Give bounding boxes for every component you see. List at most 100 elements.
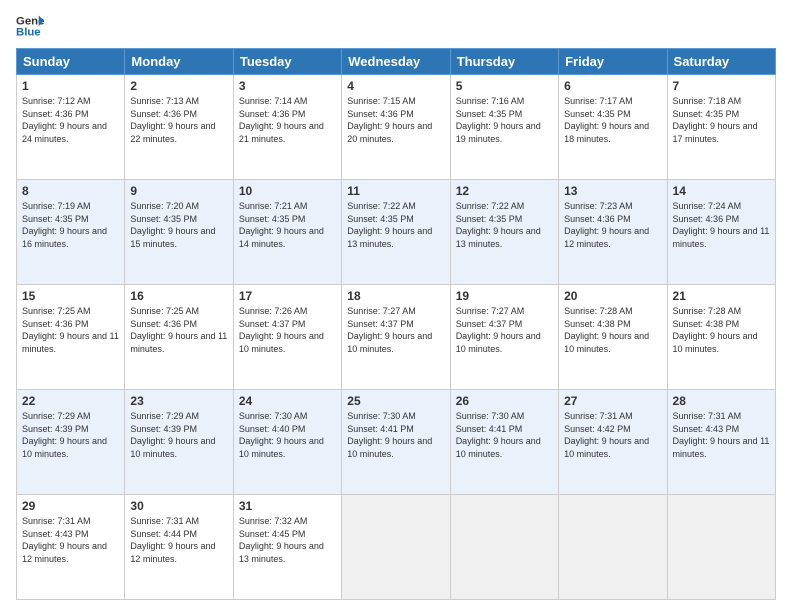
day-number: 22 (22, 394, 119, 408)
calendar-cell: 11 Sunrise: 7:22 AMSunset: 4:35 PMDayligh… (342, 180, 450, 285)
day-number: 17 (239, 289, 336, 303)
day-info: Sunrise: 7:12 AMSunset: 4:36 PMDaylight:… (22, 95, 119, 145)
day-number: 9 (130, 184, 227, 198)
weekday-header-sunday: Sunday (17, 49, 125, 75)
day-info: Sunrise: 7:15 AMSunset: 4:36 PMDaylight:… (347, 95, 444, 145)
calendar-cell: 13 Sunrise: 7:23 AMSunset: 4:36 PMDayligh… (559, 180, 667, 285)
day-number: 12 (456, 184, 553, 198)
calendar-cell: 16 Sunrise: 7:25 AMSunset: 4:36 PMDayligh… (125, 285, 233, 390)
day-info: Sunrise: 7:24 AMSunset: 4:36 PMDaylight:… (673, 200, 770, 250)
calendar-cell: 6 Sunrise: 7:17 AMSunset: 4:35 PMDaylight… (559, 75, 667, 180)
day-info: Sunrise: 7:25 AMSunset: 4:36 PMDaylight:… (22, 305, 119, 355)
day-number: 7 (673, 79, 770, 93)
day-number: 21 (673, 289, 770, 303)
day-info: Sunrise: 7:20 AMSunset: 4:35 PMDaylight:… (130, 200, 227, 250)
day-number: 13 (564, 184, 661, 198)
calendar-cell (342, 495, 450, 600)
weekday-header-wednesday: Wednesday (342, 49, 450, 75)
day-number: 27 (564, 394, 661, 408)
calendar-cell: 27 Sunrise: 7:31 AMSunset: 4:42 PMDayligh… (559, 390, 667, 495)
calendar-cell: 22 Sunrise: 7:29 AMSunset: 4:39 PMDayligh… (17, 390, 125, 495)
day-info: Sunrise: 7:22 AMSunset: 4:35 PMDaylight:… (456, 200, 553, 250)
day-number: 24 (239, 394, 336, 408)
day-number: 11 (347, 184, 444, 198)
calendar-cell: 15 Sunrise: 7:25 AMSunset: 4:36 PMDayligh… (17, 285, 125, 390)
calendar-cell: 12 Sunrise: 7:22 AMSunset: 4:35 PMDayligh… (450, 180, 558, 285)
day-info: Sunrise: 7:13 AMSunset: 4:36 PMDaylight:… (130, 95, 227, 145)
day-info: Sunrise: 7:31 AMSunset: 4:44 PMDaylight:… (130, 515, 227, 565)
calendar-cell: 4 Sunrise: 7:15 AMSunset: 4:36 PMDaylight… (342, 75, 450, 180)
calendar-week-5: 29Sunrise: 7:31 AMSunset: 4:43 PMDayligh… (17, 495, 776, 600)
calendar-cell: 30 Sunrise: 7:31 AMSunset: 4:44 PMDayligh… (125, 495, 233, 600)
calendar-cell: 10Sunrise: 7:21 AMSunset: 4:35 PMDayligh… (233, 180, 341, 285)
day-number: 23 (130, 394, 227, 408)
day-info: Sunrise: 7:23 AMSunset: 4:36 PMDaylight:… (564, 200, 661, 250)
day-info: Sunrise: 7:31 AMSunset: 4:43 PMDaylight:… (673, 410, 770, 460)
day-number: 1 (22, 79, 119, 93)
day-number: 18 (347, 289, 444, 303)
day-number: 16 (130, 289, 227, 303)
calendar-cell: 20 Sunrise: 7:28 AMSunset: 4:38 PMDayligh… (559, 285, 667, 390)
day-info: Sunrise: 7:29 AMSunset: 4:39 PMDaylight:… (22, 410, 119, 460)
day-number: 4 (347, 79, 444, 93)
day-number: 2 (130, 79, 227, 93)
day-number: 30 (130, 499, 227, 513)
day-info: Sunrise: 7:28 AMSunset: 4:38 PMDaylight:… (673, 305, 770, 355)
calendar-week-3: 15 Sunrise: 7:25 AMSunset: 4:36 PMDayligh… (17, 285, 776, 390)
day-number: 14 (673, 184, 770, 198)
header: General Blue (16, 12, 776, 40)
calendar-week-1: 1 Sunrise: 7:12 AMSunset: 4:36 PMDaylight… (17, 75, 776, 180)
day-number: 6 (564, 79, 661, 93)
calendar-cell: 23 Sunrise: 7:29 AMSunset: 4:39 PMDayligh… (125, 390, 233, 495)
day-info: Sunrise: 7:16 AMSunset: 4:35 PMDaylight:… (456, 95, 553, 145)
calendar-cell: 21 Sunrise: 7:28 AMSunset: 4:38 PMDayligh… (667, 285, 775, 390)
day-number: 25 (347, 394, 444, 408)
calendar-cell: 2 Sunrise: 7:13 AMSunset: 4:36 PMDaylight… (125, 75, 233, 180)
day-number: 19 (456, 289, 553, 303)
day-info: Sunrise: 7:18 AMSunset: 4:35 PMDaylight:… (673, 95, 770, 145)
weekday-header-saturday: Saturday (667, 49, 775, 75)
day-info: Sunrise: 7:22 AMSunset: 4:35 PMDaylight:… (347, 200, 444, 250)
day-info: Sunrise: 7:25 AMSunset: 4:36 PMDaylight:… (130, 305, 227, 355)
weekday-header-tuesday: Tuesday (233, 49, 341, 75)
day-number: 10 (239, 184, 336, 198)
weekday-header-monday: Monday (125, 49, 233, 75)
day-info: Sunrise: 7:32 AMSunset: 4:45 PMDaylight:… (239, 515, 336, 565)
calendar-cell: 18 Sunrise: 7:27 AMSunset: 4:37 PMDayligh… (342, 285, 450, 390)
day-info: Sunrise: 7:28 AMSunset: 4:38 PMDaylight:… (564, 305, 661, 355)
day-info: Sunrise: 7:31 AMSunset: 4:42 PMDaylight:… (564, 410, 661, 460)
calendar-cell: 19Sunrise: 7:27 AMSunset: 4:37 PMDayligh… (450, 285, 558, 390)
day-number: 28 (673, 394, 770, 408)
calendar-cell: 5 Sunrise: 7:16 AMSunset: 4:35 PMDaylight… (450, 75, 558, 180)
day-info: Sunrise: 7:30 AMSunset: 4:41 PMDaylight:… (347, 410, 444, 460)
calendar-cell: 14 Sunrise: 7:24 AMSunset: 4:36 PMDayligh… (667, 180, 775, 285)
day-number: 5 (456, 79, 553, 93)
calendar-cell: 24Sunrise: 7:30 AMSunset: 4:40 PMDayligh… (233, 390, 341, 495)
calendar-cell: 8Sunrise: 7:19 AMSunset: 4:35 PMDaylight… (17, 180, 125, 285)
page: General Blue SundayMondayTuesdayWednesda… (0, 0, 792, 612)
day-info: Sunrise: 7:27 AMSunset: 4:37 PMDaylight:… (347, 305, 444, 355)
calendar-cell: 31 Sunrise: 7:32 AMSunset: 4:45 PMDayligh… (233, 495, 341, 600)
weekday-header-row: SundayMondayTuesdayWednesdayThursdayFrid… (17, 49, 776, 75)
logo-icon: General Blue (16, 12, 44, 40)
day-info: Sunrise: 7:17 AMSunset: 4:35 PMDaylight:… (564, 95, 661, 145)
day-number: 20 (564, 289, 661, 303)
day-info: Sunrise: 7:26 AMSunset: 4:37 PMDaylight:… (239, 305, 336, 355)
day-info: Sunrise: 7:14 AMSunset: 4:36 PMDaylight:… (239, 95, 336, 145)
day-number: 15 (22, 289, 119, 303)
day-number: 8 (22, 184, 119, 198)
day-info: Sunrise: 7:30 AMSunset: 4:41 PMDaylight:… (456, 410, 553, 460)
weekday-header-friday: Friday (559, 49, 667, 75)
calendar-cell: 29Sunrise: 7:31 AMSunset: 4:43 PMDayligh… (17, 495, 125, 600)
calendar-cell: 25 Sunrise: 7:30 AMSunset: 4:41 PMDayligh… (342, 390, 450, 495)
calendar-cell: 9 Sunrise: 7:20 AMSunset: 4:35 PMDaylight… (125, 180, 233, 285)
logo: General Blue (16, 12, 44, 40)
day-number: 31 (239, 499, 336, 513)
calendar-table: SundayMondayTuesdayWednesdayThursdayFrid… (16, 48, 776, 600)
day-info: Sunrise: 7:29 AMSunset: 4:39 PMDaylight:… (130, 410, 227, 460)
calendar-cell: 7 Sunrise: 7:18 AMSunset: 4:35 PMDaylight… (667, 75, 775, 180)
calendar-cell: 1 Sunrise: 7:12 AMSunset: 4:36 PMDaylight… (17, 75, 125, 180)
calendar-cell (450, 495, 558, 600)
svg-text:Blue: Blue (16, 27, 41, 39)
weekday-header-thursday: Thursday (450, 49, 558, 75)
